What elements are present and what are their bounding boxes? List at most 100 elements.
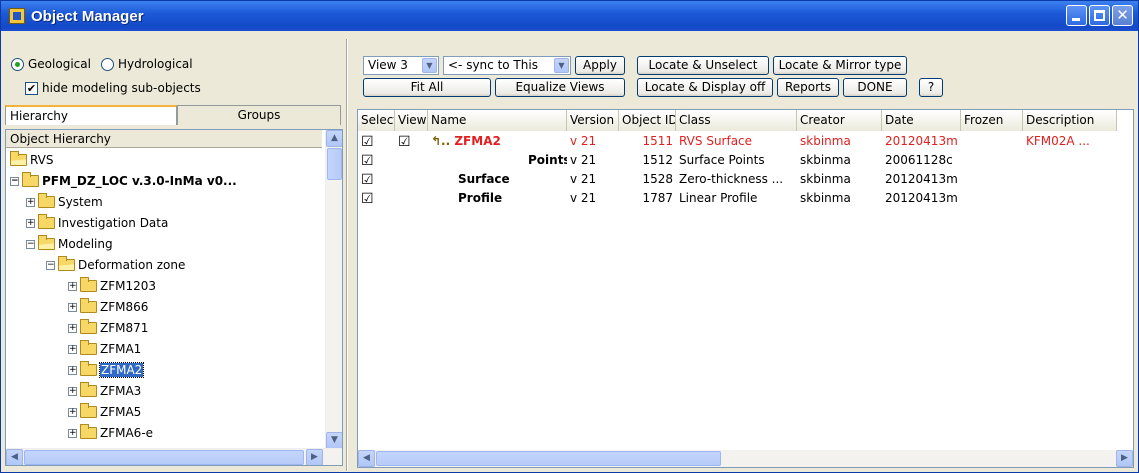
fit-all-button[interactable]: Fit All xyxy=(363,78,491,97)
tree-item-investigation-data[interactable]: + Investigation Data xyxy=(26,214,168,230)
expand-icon[interactable]: + xyxy=(26,197,35,207)
parent-arrow-icon: ↰.. xyxy=(431,134,451,148)
tree-item-modeling[interactable]: − Modeling xyxy=(26,235,113,251)
row-creator: skbinma xyxy=(800,134,851,148)
view-checkbox[interactable]: ☑ xyxy=(395,132,428,151)
tree-item-zfma5[interactable]: + ZFMA5 xyxy=(68,403,141,419)
table-horizontal-scrollbar[interactable]: ◀ ▶ xyxy=(358,450,1133,467)
expand-icon[interactable]: + xyxy=(68,344,77,354)
minimize-button[interactable] xyxy=(1066,5,1087,26)
apply-button[interactable]: Apply xyxy=(575,56,625,75)
done-button[interactable]: DONE xyxy=(843,78,907,97)
col-creator[interactable]: Creator xyxy=(797,110,882,131)
reports-button[interactable]: Reports xyxy=(777,78,839,97)
row-date: 20120413m xyxy=(885,134,958,148)
expand-icon[interactable]: + xyxy=(26,218,35,228)
geological-label: Geological xyxy=(28,57,91,71)
table-row[interactable]: ☑ Points v 21 1512 Surface Points skbinm… xyxy=(358,151,1117,170)
tree-item-zfma3[interactable]: + ZFMA3 xyxy=(68,382,141,398)
hydrological-label: Hydrological xyxy=(117,57,193,71)
select-checkbox[interactable]: ☑ xyxy=(358,189,395,208)
hydrological-radio[interactable] xyxy=(100,57,114,71)
row-version: v 21 xyxy=(570,191,597,205)
scroll-left-icon[interactable]: ◀ xyxy=(358,450,375,467)
folder-icon xyxy=(38,193,55,208)
tree-vertical-scrollbar[interactable]: ▲ ▼ xyxy=(325,130,342,449)
scroll-down-icon[interactable]: ▼ xyxy=(326,432,342,449)
scroll-left-icon[interactable]: ◀ xyxy=(6,449,23,465)
title-bar[interactable]: Object Manager ✕ xyxy=(1,1,1138,31)
row-version: v 21 xyxy=(570,153,597,167)
expand-icon[interactable]: + xyxy=(68,281,77,291)
select-checkbox[interactable]: ☑ xyxy=(358,132,395,151)
scroll-thumb[interactable] xyxy=(376,451,721,466)
tab-hierarchy[interactable]: Hierarchy xyxy=(5,105,177,125)
tab-groups[interactable]: Groups xyxy=(177,105,341,125)
table-row[interactable]: ☑ ☑ ↰.. ZFMA2 v 21 1511 RVS Surface skbi… xyxy=(358,132,1117,151)
view-select[interactable]: View 3 ▼ xyxy=(363,56,439,75)
row-class: Linear Profile xyxy=(679,191,758,205)
scroll-right-icon[interactable]: ▶ xyxy=(306,449,323,465)
expand-icon[interactable]: + xyxy=(68,386,77,396)
tree-item-deformation-zone[interactable]: − Deformation zone xyxy=(46,256,185,272)
row-name: Profile xyxy=(458,191,503,205)
collapse-icon[interactable]: − xyxy=(10,176,19,186)
sync-select[interactable]: <- sync to This ▼ xyxy=(443,56,571,75)
tree-item-system[interactable]: + System xyxy=(26,193,103,209)
hide-subobjects-checkbox[interactable]: ✔ xyxy=(25,81,38,95)
folder-icon xyxy=(80,298,97,313)
col-frozen[interactable]: Frozen xyxy=(961,110,1023,131)
tree-horizontal-scrollbar[interactable]: ◀ ▶ xyxy=(6,448,342,465)
col-version[interactable]: Version xyxy=(567,110,619,131)
table-row[interactable]: ☑ Profile v 21 1787 Linear Profile skbin… xyxy=(358,189,1117,208)
scroll-right-icon[interactable]: ▶ xyxy=(1116,450,1133,467)
row-name: Surface xyxy=(458,172,510,186)
row-date: 20120413m xyxy=(885,191,958,205)
maximize-button[interactable] xyxy=(1089,5,1110,26)
row-class: RVS Surface xyxy=(679,134,753,148)
object-manager-window: Object Manager ✕ Geological Hydrological… xyxy=(0,0,1139,473)
tree-item-zfm1203[interactable]: + ZFM1203 xyxy=(68,277,156,293)
col-description[interactable]: Description xyxy=(1023,110,1117,131)
col-object-id[interactable]: Object ID xyxy=(619,110,676,131)
folder-open-icon xyxy=(58,256,75,271)
expand-icon[interactable]: + xyxy=(68,365,77,375)
chevron-down-icon[interactable]: ▼ xyxy=(422,58,437,73)
collapse-icon[interactable]: − xyxy=(46,260,55,270)
tree-item-rvs[interactable]: RVS xyxy=(10,151,54,167)
scroll-up-icon[interactable]: ▲ xyxy=(326,130,342,147)
table-row[interactable]: ☑ Surface v 21 1528 Zero-thickness ... s… xyxy=(358,170,1117,189)
tree-item-zfm871[interactable]: + ZFM871 xyxy=(68,319,148,335)
select-checkbox[interactable]: ☑ xyxy=(358,170,395,189)
tree-item-pfm[interactable]: − PFM_DZ_LOC v.3.0-InMa v0... xyxy=(10,172,237,188)
locate-mirror-type-button[interactable]: Locate & Mirror type xyxy=(773,56,907,75)
col-class[interactable]: Class xyxy=(676,110,797,131)
scroll-thumb[interactable] xyxy=(327,148,342,180)
col-view[interactable]: View xyxy=(395,110,428,131)
panel-splitter[interactable] xyxy=(346,39,348,471)
collapse-icon[interactable]: − xyxy=(26,239,35,249)
tree-item-zfma6e[interactable]: + ZFMA6-e xyxy=(68,424,153,440)
col-date[interactable]: Date xyxy=(882,110,961,131)
expand-icon[interactable]: + xyxy=(68,323,77,333)
select-checkbox[interactable]: ☑ xyxy=(358,151,395,170)
locate-display-off-button[interactable]: Locate & Display off xyxy=(637,78,773,97)
help-button[interactable]: ? xyxy=(919,78,943,97)
row-id: 1528 xyxy=(642,172,673,186)
expand-icon[interactable]: + xyxy=(68,302,77,312)
folder-icon xyxy=(80,361,97,376)
col-select[interactable]: Select xyxy=(358,110,395,131)
expand-icon[interactable]: + xyxy=(68,407,77,417)
chevron-down-icon[interactable]: ▼ xyxy=(554,58,569,73)
tree-item-zfma1[interactable]: + ZFMA1 xyxy=(68,340,141,356)
expand-icon[interactable]: + xyxy=(68,428,77,438)
tree-item-zfm866[interactable]: + ZFM866 xyxy=(68,298,148,314)
col-name[interactable]: Name xyxy=(428,110,567,131)
locate-unselect-button[interactable]: Locate & Unselect xyxy=(637,56,769,75)
geological-radio[interactable] xyxy=(11,57,24,71)
folder-open-icon xyxy=(38,235,55,250)
equalize-views-button[interactable]: Equalize Views xyxy=(495,78,625,97)
close-button[interactable]: ✕ xyxy=(1112,5,1133,26)
tree-item-zfma2[interactable]: + ZFMA2 xyxy=(68,361,145,378)
scroll-thumb[interactable] xyxy=(24,450,304,465)
